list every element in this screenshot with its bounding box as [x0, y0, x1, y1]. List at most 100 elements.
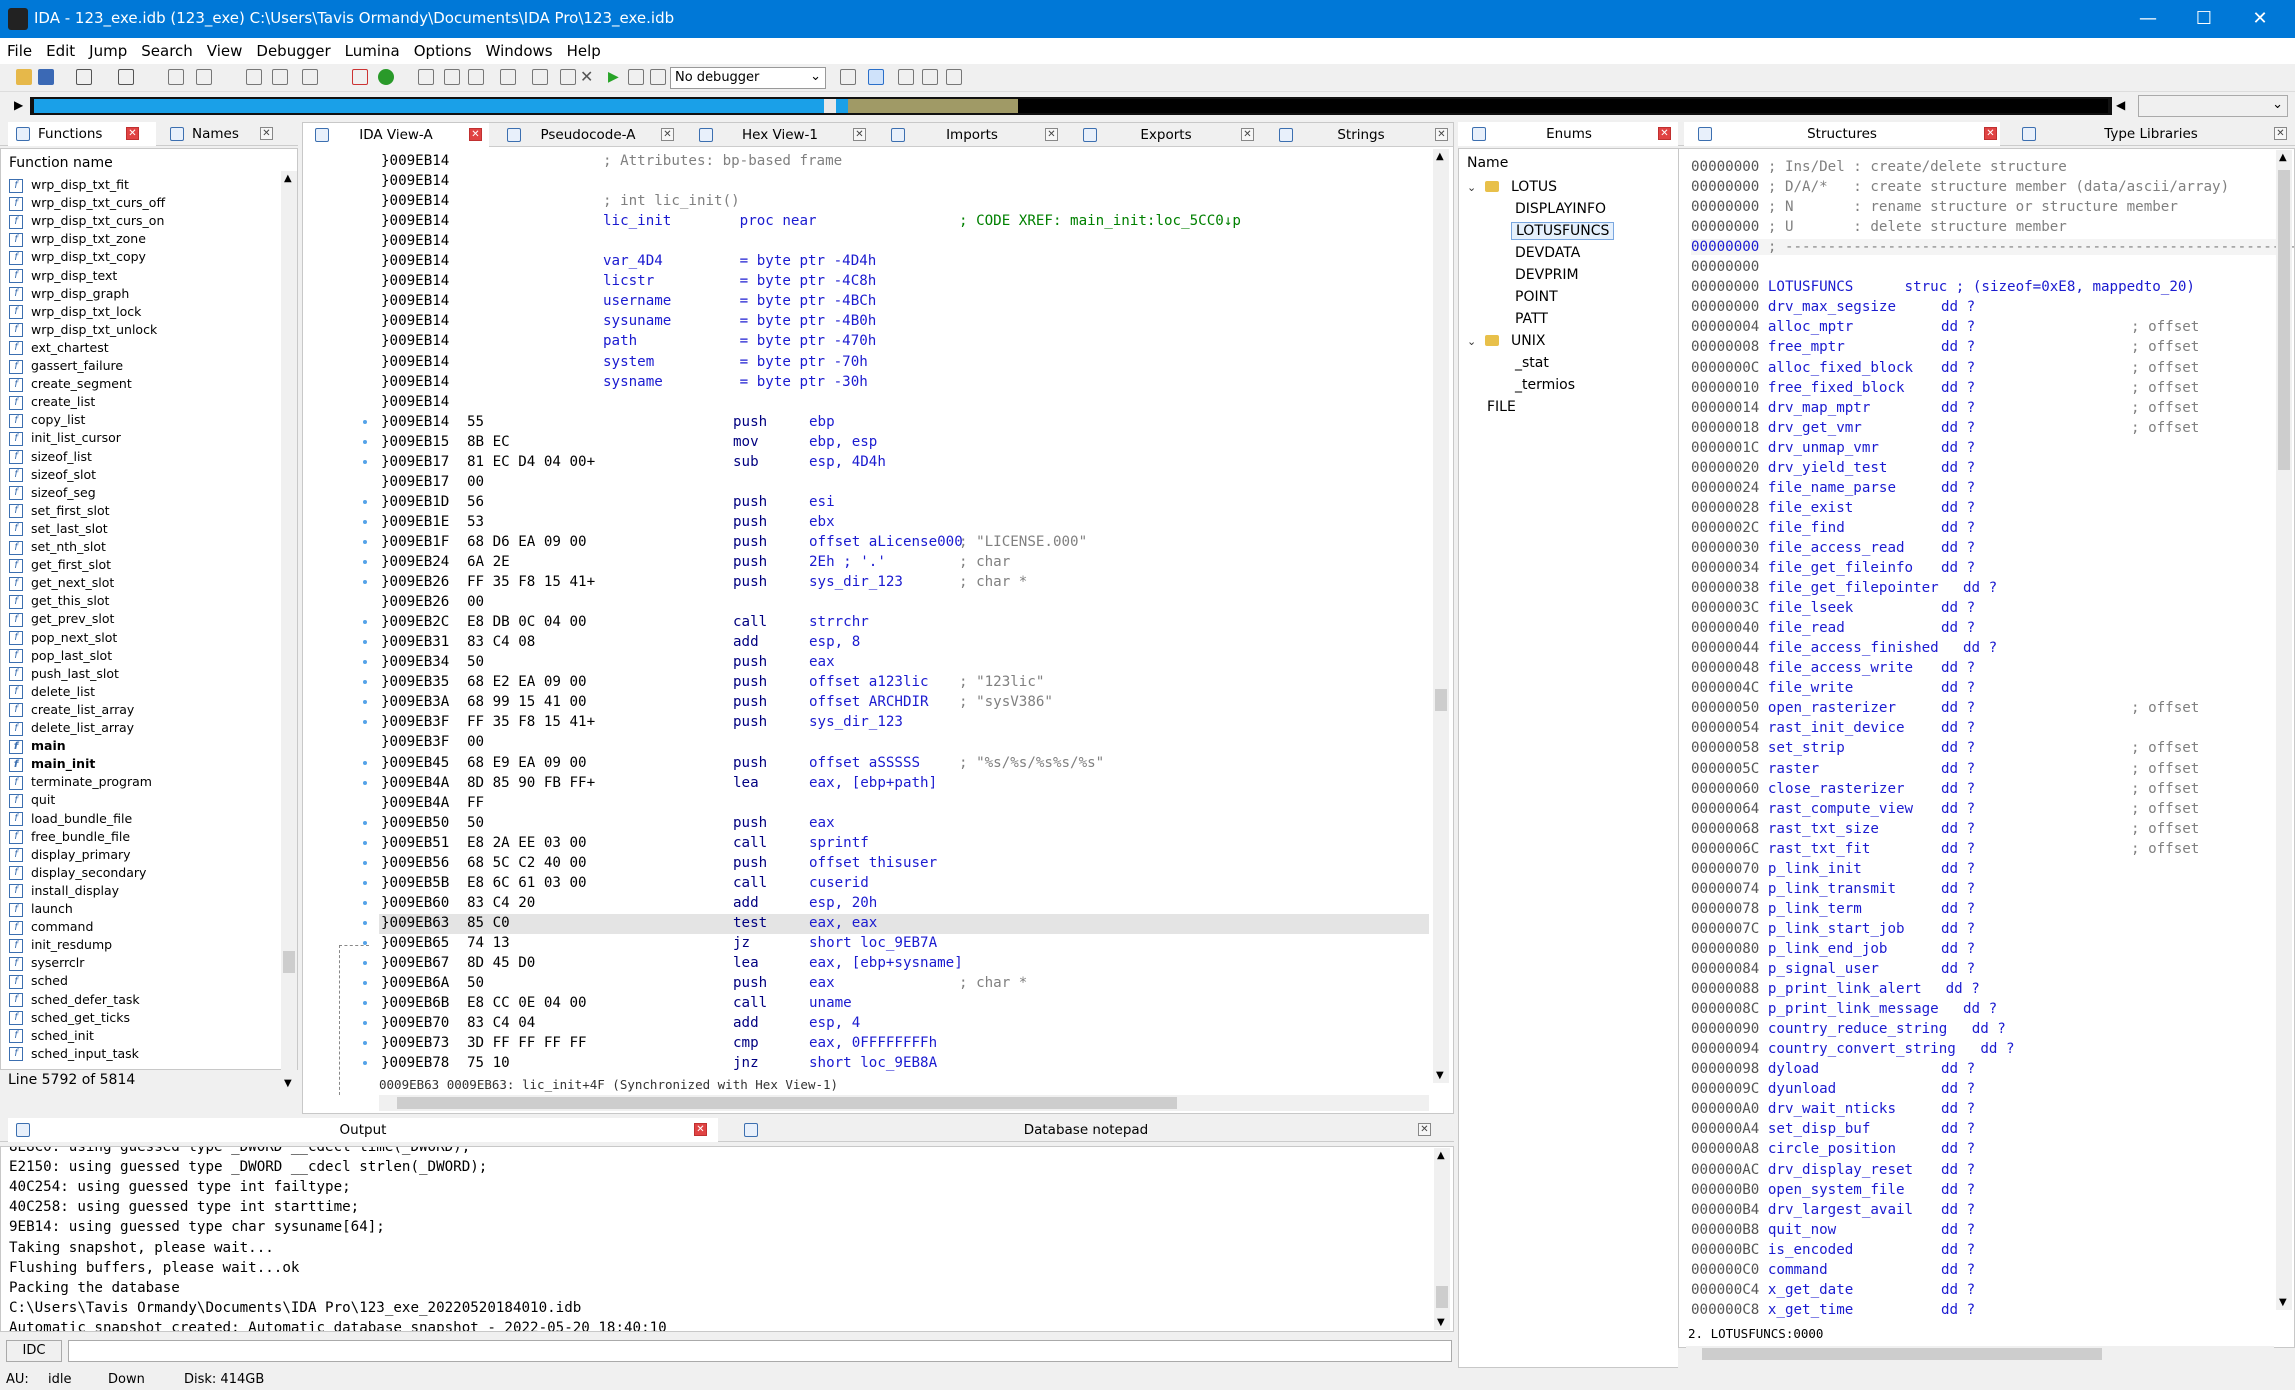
enums-tree[interactable]: Name ⌄ LOTUS DISPLAYINFO LOTUSFUNCS DEVDATA D…	[1458, 148, 1680, 1368]
struct-member[interactable]: 00000050 open_rasterizer dd ? ; offset	[1691, 700, 2199, 716]
tracing-icon[interactable]	[946, 69, 962, 85]
disasm-line[interactable]: }009EB4A FF	[381, 795, 484, 815]
command-input[interactable]	[68, 1340, 1452, 1362]
struct-member[interactable]: 00000090 country_reduce_string dd ?	[1691, 1021, 2006, 1037]
disasm-line[interactable]: }009EB78 75 10 jnz short loc_9EB8A	[381, 1055, 937, 1075]
function-item[interactable]: f delete_list_array	[9, 720, 134, 738]
delete-icon[interactable]: ✕	[580, 69, 596, 85]
struct-member[interactable]: 00000080 p_link_end_job dd ?	[1691, 941, 1975, 957]
function-item[interactable]: f init_list_cursor	[9, 430, 121, 448]
function-item[interactable]: f create_list	[9, 394, 95, 412]
menu-view[interactable]: View	[200, 38, 250, 64]
tree-item[interactable]: DEVPRIM	[1511, 267, 1583, 283]
run-icon[interactable]	[378, 69, 394, 85]
breakpoint-icon[interactable]	[898, 69, 914, 85]
struct-member[interactable]: 0000004C file_write dd ?	[1691, 680, 1975, 696]
function-name-header[interactable]: Function name	[9, 155, 113, 171]
disasm-vscroll[interactable]: ▲ ▼	[1433, 149, 1449, 1083]
disasm-line[interactable]: }009EB6B E8 CC 0E 04 00 call uname	[381, 995, 852, 1015]
struct-member[interactable]: 00000010 free_fixed_block dd ? ; offset	[1691, 380, 2199, 396]
function-item[interactable]: f wrp_disp_txt_zone	[9, 231, 146, 249]
struct-member[interactable]: 00000000 drv_max_segsize dd ?	[1691, 299, 1975, 315]
tree-item[interactable]: ⌄ UNIX	[1467, 333, 1549, 349]
function-item[interactable]: f create_list_array	[9, 702, 134, 720]
function-item[interactable]: f gassert_failure	[9, 358, 123, 376]
tree-item[interactable]: _termios	[1511, 377, 1579, 393]
struct-member[interactable]: 0000007C p_link_start_job dd ?	[1691, 921, 1975, 937]
struct-member[interactable]: 0000003C file_lseek dd ?	[1691, 600, 1975, 616]
struct-header-line[interactable]: 00000000 ; N : rename structure or struc…	[1691, 199, 2178, 215]
open-icon[interactable]	[16, 69, 32, 85]
struct-member[interactable]: 00000070 p_link_init dd ?	[1691, 861, 1975, 877]
disasm-line[interactable]: }009EB3A 68 99 15 41 00 push offset ARCHDIR…	[381, 694, 1053, 714]
struct-member[interactable]: 000000C8 x_get_time dd ?	[1691, 1302, 1975, 1318]
stop-icon[interactable]	[650, 69, 666, 85]
struct-member[interactable]: 000000A8 circle_position dd ?	[1691, 1141, 1975, 1157]
disasm-line[interactable]: }009EB14 lic_init proc near ; CODE XREF: m…	[381, 213, 1241, 233]
function-item[interactable]: f wrp_disp_txt_curs_on	[9, 213, 164, 231]
struct-header-line[interactable]: 00000000	[1691, 259, 1768, 275]
struct-member[interactable]: 000000B8 quit_now dd ?	[1691, 1222, 1975, 1238]
function-item[interactable]: f wrp_disp_graph	[9, 286, 129, 304]
tab-functions[interactable]: Functions ✕	[8, 122, 156, 146]
disasm-line[interactable]: }009EB51 E8 2A EE 03 00 call sprintf	[381, 835, 869, 855]
disasm-line[interactable]: }009EB14 ; Attributes: bp-based frame	[381, 153, 842, 173]
disasm-line[interactable]: }009EB14 var_4D4 = byte ptr -4D4h	[381, 253, 876, 273]
disasm-line[interactable]: }009EB14 sysname = byte ptr -30h	[381, 374, 868, 394]
nav-band-strip[interactable]	[30, 97, 2112, 115]
disasm-line[interactable]: }009EB14	[381, 394, 449, 414]
struct-member[interactable]: 000000A0 drv_wait_nticks dd ?	[1691, 1101, 1975, 1117]
struct-member[interactable]: 00000024 file_name_parse dd ?	[1691, 480, 1975, 496]
tab-database-notepad[interactable]: Database notepad ✕	[736, 1118, 1436, 1142]
disasm-line[interactable]: }009EB14 username = byte ptr -4BCh	[381, 293, 876, 313]
function-item[interactable]: f sched_defer_task	[9, 992, 140, 1010]
close-icon[interactable]: ✕	[126, 127, 139, 140]
disasm-hscroll[interactable]	[379, 1095, 1429, 1111]
breakpoint-dot-icon[interactable]	[363, 920, 367, 925]
menu-edit[interactable]: Edit	[39, 38, 82, 64]
function-item[interactable]: f pop_next_slot	[9, 630, 117, 648]
function-item[interactable]: f main	[9, 738, 66, 756]
struct-member[interactable]: 000000C0 command dd ?	[1691, 1262, 1975, 1278]
struct-member[interactable]: 00000044 file_access_finished dd ?	[1691, 640, 1997, 656]
struct-member[interactable]: 000000B0 open_system_file dd ?	[1691, 1182, 1975, 1198]
disasm-line[interactable]: }009EB63 85 C0 test eax, eax	[381, 915, 877, 935]
function-item[interactable]: f wrp_disp_text	[9, 268, 117, 286]
struct-member[interactable]: 0000005C raster dd ? ; offset	[1691, 761, 2199, 777]
function-item[interactable]: f sizeof_slot	[9, 467, 96, 485]
menu-lumina[interactable]: Lumina	[338, 38, 407, 64]
debugger-select[interactable]: No debugger ⌄	[670, 67, 826, 89]
function-item[interactable]: f wrp_disp_txt_unlock	[9, 322, 157, 340]
function-item[interactable]: f terminate_program	[9, 774, 152, 792]
expand-chevron-icon[interactable]: ⌄	[1467, 181, 1481, 194]
binary-search-icon[interactable]	[246, 69, 262, 85]
disasm-line[interactable]: }009EB73 3D FF FF FF FF cmp eax, 0FFFFFFFFh	[381, 1035, 937, 1055]
struct-member[interactable]: 0000008C p_print_link_message dd ?	[1691, 1001, 1997, 1017]
function-item[interactable]: f wrp_disp_txt_fit	[9, 177, 129, 195]
breakpoint-dot-icon[interactable]	[363, 519, 367, 524]
function-item[interactable]: f set_nth_slot	[9, 539, 106, 557]
struct-member[interactable]: 0000001C drv_unmap_vmr dd ?	[1691, 440, 1975, 456]
disasm-line[interactable]: }009EB4A 8D 85 90 FB FF+ lea eax, [ebp+path…	[381, 775, 937, 795]
disasm-line[interactable]: }009EB1E 53 push ebx	[381, 514, 835, 534]
tree-item[interactable]: _stat	[1511, 355, 1553, 371]
tab-names[interactable]: Names ✕	[162, 122, 290, 146]
sync-icon[interactable]	[868, 69, 884, 85]
close-icon[interactable]: ✕	[1435, 128, 1448, 141]
function-item[interactable]: f command	[9, 919, 93, 937]
function-item[interactable]: f pop_last_slot	[9, 648, 112, 666]
segment-select[interactable]: ⌄	[2138, 95, 2288, 117]
disasm-line[interactable]: }009EB2C E8 DB 0C 04 00 call strrchr	[381, 614, 869, 634]
breakpoint-dot-icon[interactable]	[363, 560, 367, 564]
struct-member[interactable]: 000000BC is_encoded dd ?	[1691, 1242, 1975, 1258]
breakpoint-dot-icon[interactable]	[363, 459, 367, 464]
maximize-button[interactable]: ☐	[2176, 0, 2232, 38]
breakpoint-dot-icon[interactable]	[363, 880, 367, 885]
struct-member[interactable]: 00000064 rast_compute_view dd ? ; offset	[1691, 801, 2199, 817]
struct-header-line[interactable]: 00000000 LOTUSFUNCS struc ; (sizeof=0xE8…	[1691, 279, 2195, 295]
breakpoint-dot-icon[interactable]	[363, 840, 367, 845]
function-item[interactable]: f sched_init	[9, 1028, 94, 1046]
struct-member[interactable]: 00000054 rast_init_device dd ?	[1691, 720, 1975, 736]
copy-icon[interactable]	[168, 69, 184, 85]
struct-member[interactable]: 00000004 alloc_mptr dd ? ; offset	[1691, 319, 2199, 335]
